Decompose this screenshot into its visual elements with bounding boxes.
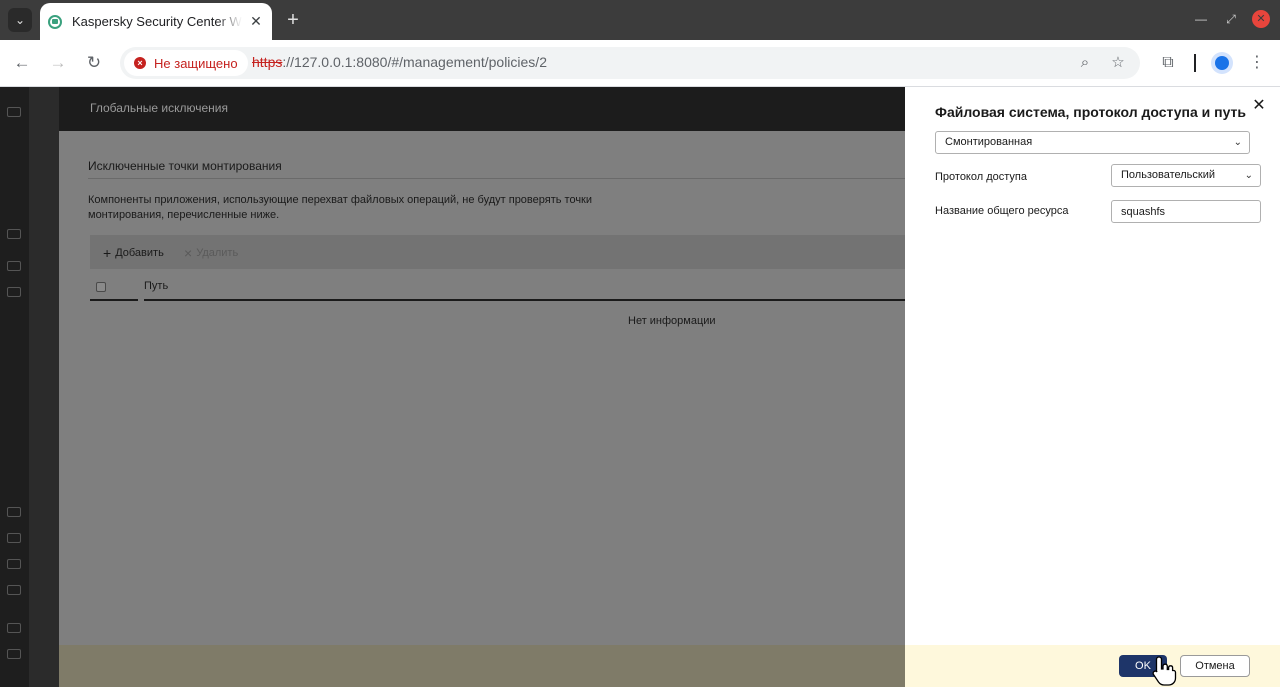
- rail-menu-icon[interactable]: [7, 107, 21, 117]
- window-close-icon[interactable]: ✕: [1252, 10, 1270, 28]
- extensions-icon[interactable]: ⧉: [1157, 52, 1179, 74]
- star-icon[interactable]: ☆: [1107, 52, 1129, 74]
- grid-header: Путь: [90, 275, 905, 301]
- zoom-icon[interactable]: ⌕: [1074, 52, 1096, 74]
- rail-storage-icon[interactable]: [7, 533, 21, 543]
- header-underline: [90, 299, 138, 301]
- back-icon[interactable]: ←: [11, 52, 33, 74]
- filesystem-type-select[interactable]: Смонтированная ⌄: [935, 131, 1250, 154]
- rail-marketplace-icon[interactable]: [7, 585, 21, 595]
- app-header: Глобальные исключения: [59, 87, 905, 131]
- delete-button-label: Удалить: [196, 247, 239, 259]
- menu-icon[interactable]: ⋮: [1246, 52, 1268, 74]
- browser-app-icon: [48, 14, 62, 29]
- delete-button[interactable]: × Удалить: [184, 245, 238, 261]
- close-icon: ×: [184, 245, 193, 261]
- url-scheme: https: [252, 54, 283, 70]
- rail-users-icon[interactable]: [7, 507, 21, 517]
- browser-tab[interactable]: Kaspersky Security Center Web Console ✕: [40, 3, 272, 40]
- rail-settings-icon[interactable]: [7, 623, 21, 633]
- browser-tab-bar: ⌄ Kaspersky Security Center Web Console …: [0, 0, 1280, 40]
- browser-toolbar: ← → ↻ × Не защищено https://127.0.0.1:80…: [0, 40, 1280, 87]
- add-button[interactable]: + Добавить: [103, 245, 164, 261]
- profile-icon[interactable]: [1211, 52, 1233, 74]
- drawer-footer: OK Отмена: [905, 645, 1280, 687]
- grid-toolbar: + Добавить × Удалить: [90, 235, 905, 269]
- toolbar-divider: [1194, 54, 1196, 72]
- cancel-button[interactable]: Отмена: [1180, 655, 1250, 677]
- column-header-path[interactable]: Путь: [144, 280, 168, 292]
- minimize-icon[interactable]: —: [1192, 10, 1210, 28]
- rail-devices-icon[interactable]: [7, 261, 21, 271]
- select-all-checkbox[interactable]: [96, 282, 106, 292]
- side-drawer: Файловая система, протокол доступа и пут…: [905, 87, 1280, 687]
- forward-icon[interactable]: →: [47, 52, 69, 74]
- app-header-title: Глобальные исключения: [90, 101, 228, 115]
- url-path: ://127.0.0.1:8080/#/management/policies/…: [282, 54, 547, 70]
- drawer-title: Файловая система, протокол доступа и пут…: [935, 104, 1247, 120]
- protocol-label: Протокол доступа: [935, 171, 1027, 183]
- drawer-close-icon[interactable]: ✕: [1251, 98, 1267, 114]
- empty-grid-message: Нет информации: [628, 315, 716, 327]
- warning-icon: ×: [134, 57, 146, 69]
- url-text[interactable]: https://127.0.0.1:8080/#/management/poli…: [252, 54, 547, 70]
- tab-close-icon[interactable]: ✕: [248, 13, 264, 29]
- header-underline: [144, 299, 905, 301]
- hand-cursor-icon: [1152, 656, 1177, 686]
- rail-monitoring-icon[interactable]: [7, 229, 21, 239]
- app-footer: [59, 645, 905, 687]
- address-bar[interactable]: × Не защищено https://127.0.0.1:8080/#/m…: [120, 47, 1140, 79]
- rail-account-icon[interactable]: [7, 649, 21, 659]
- protocol-value: Пользовательский: [1121, 169, 1215, 181]
- reload-icon[interactable]: ↻: [83, 52, 105, 74]
- share-name-input[interactable]: [1111, 200, 1261, 223]
- chevron-down-icon: ⌄: [1233, 137, 1242, 148]
- section-divider: [88, 178, 905, 179]
- left-rail: [0, 87, 29, 687]
- restore-icon[interactable]: ⤢: [1222, 10, 1240, 28]
- tab-title: Kaspersky Security Center Web Console: [72, 14, 242, 29]
- rail-search-icon[interactable]: [7, 559, 21, 569]
- navigation-panel: [29, 87, 59, 687]
- main-content: Исключенные точки монтирования Компонент…: [59, 131, 905, 645]
- chevron-down-icon: ⌄: [1244, 170, 1253, 181]
- section-description: Компоненты приложения, использующие пере…: [88, 194, 593, 221]
- security-label: Не защищено: [154, 55, 238, 71]
- plus-icon: +: [103, 245, 112, 261]
- share-name-label: Название общего ресурса: [935, 205, 1069, 217]
- section-title: Исключенные точки монтирования: [88, 159, 282, 173]
- tab-search-chevron-down-icon[interactable]: ⌄: [8, 8, 32, 32]
- new-tab-plus-icon[interactable]: +: [282, 8, 304, 32]
- filesystem-type-value: Смонтированная: [945, 136, 1033, 148]
- protocol-select[interactable]: Пользовательский ⌄: [1111, 164, 1261, 187]
- rail-assets-icon[interactable]: [7, 287, 21, 297]
- add-button-label: Добавить: [115, 247, 164, 259]
- security-indicator[interactable]: × Не защищено: [124, 50, 248, 76]
